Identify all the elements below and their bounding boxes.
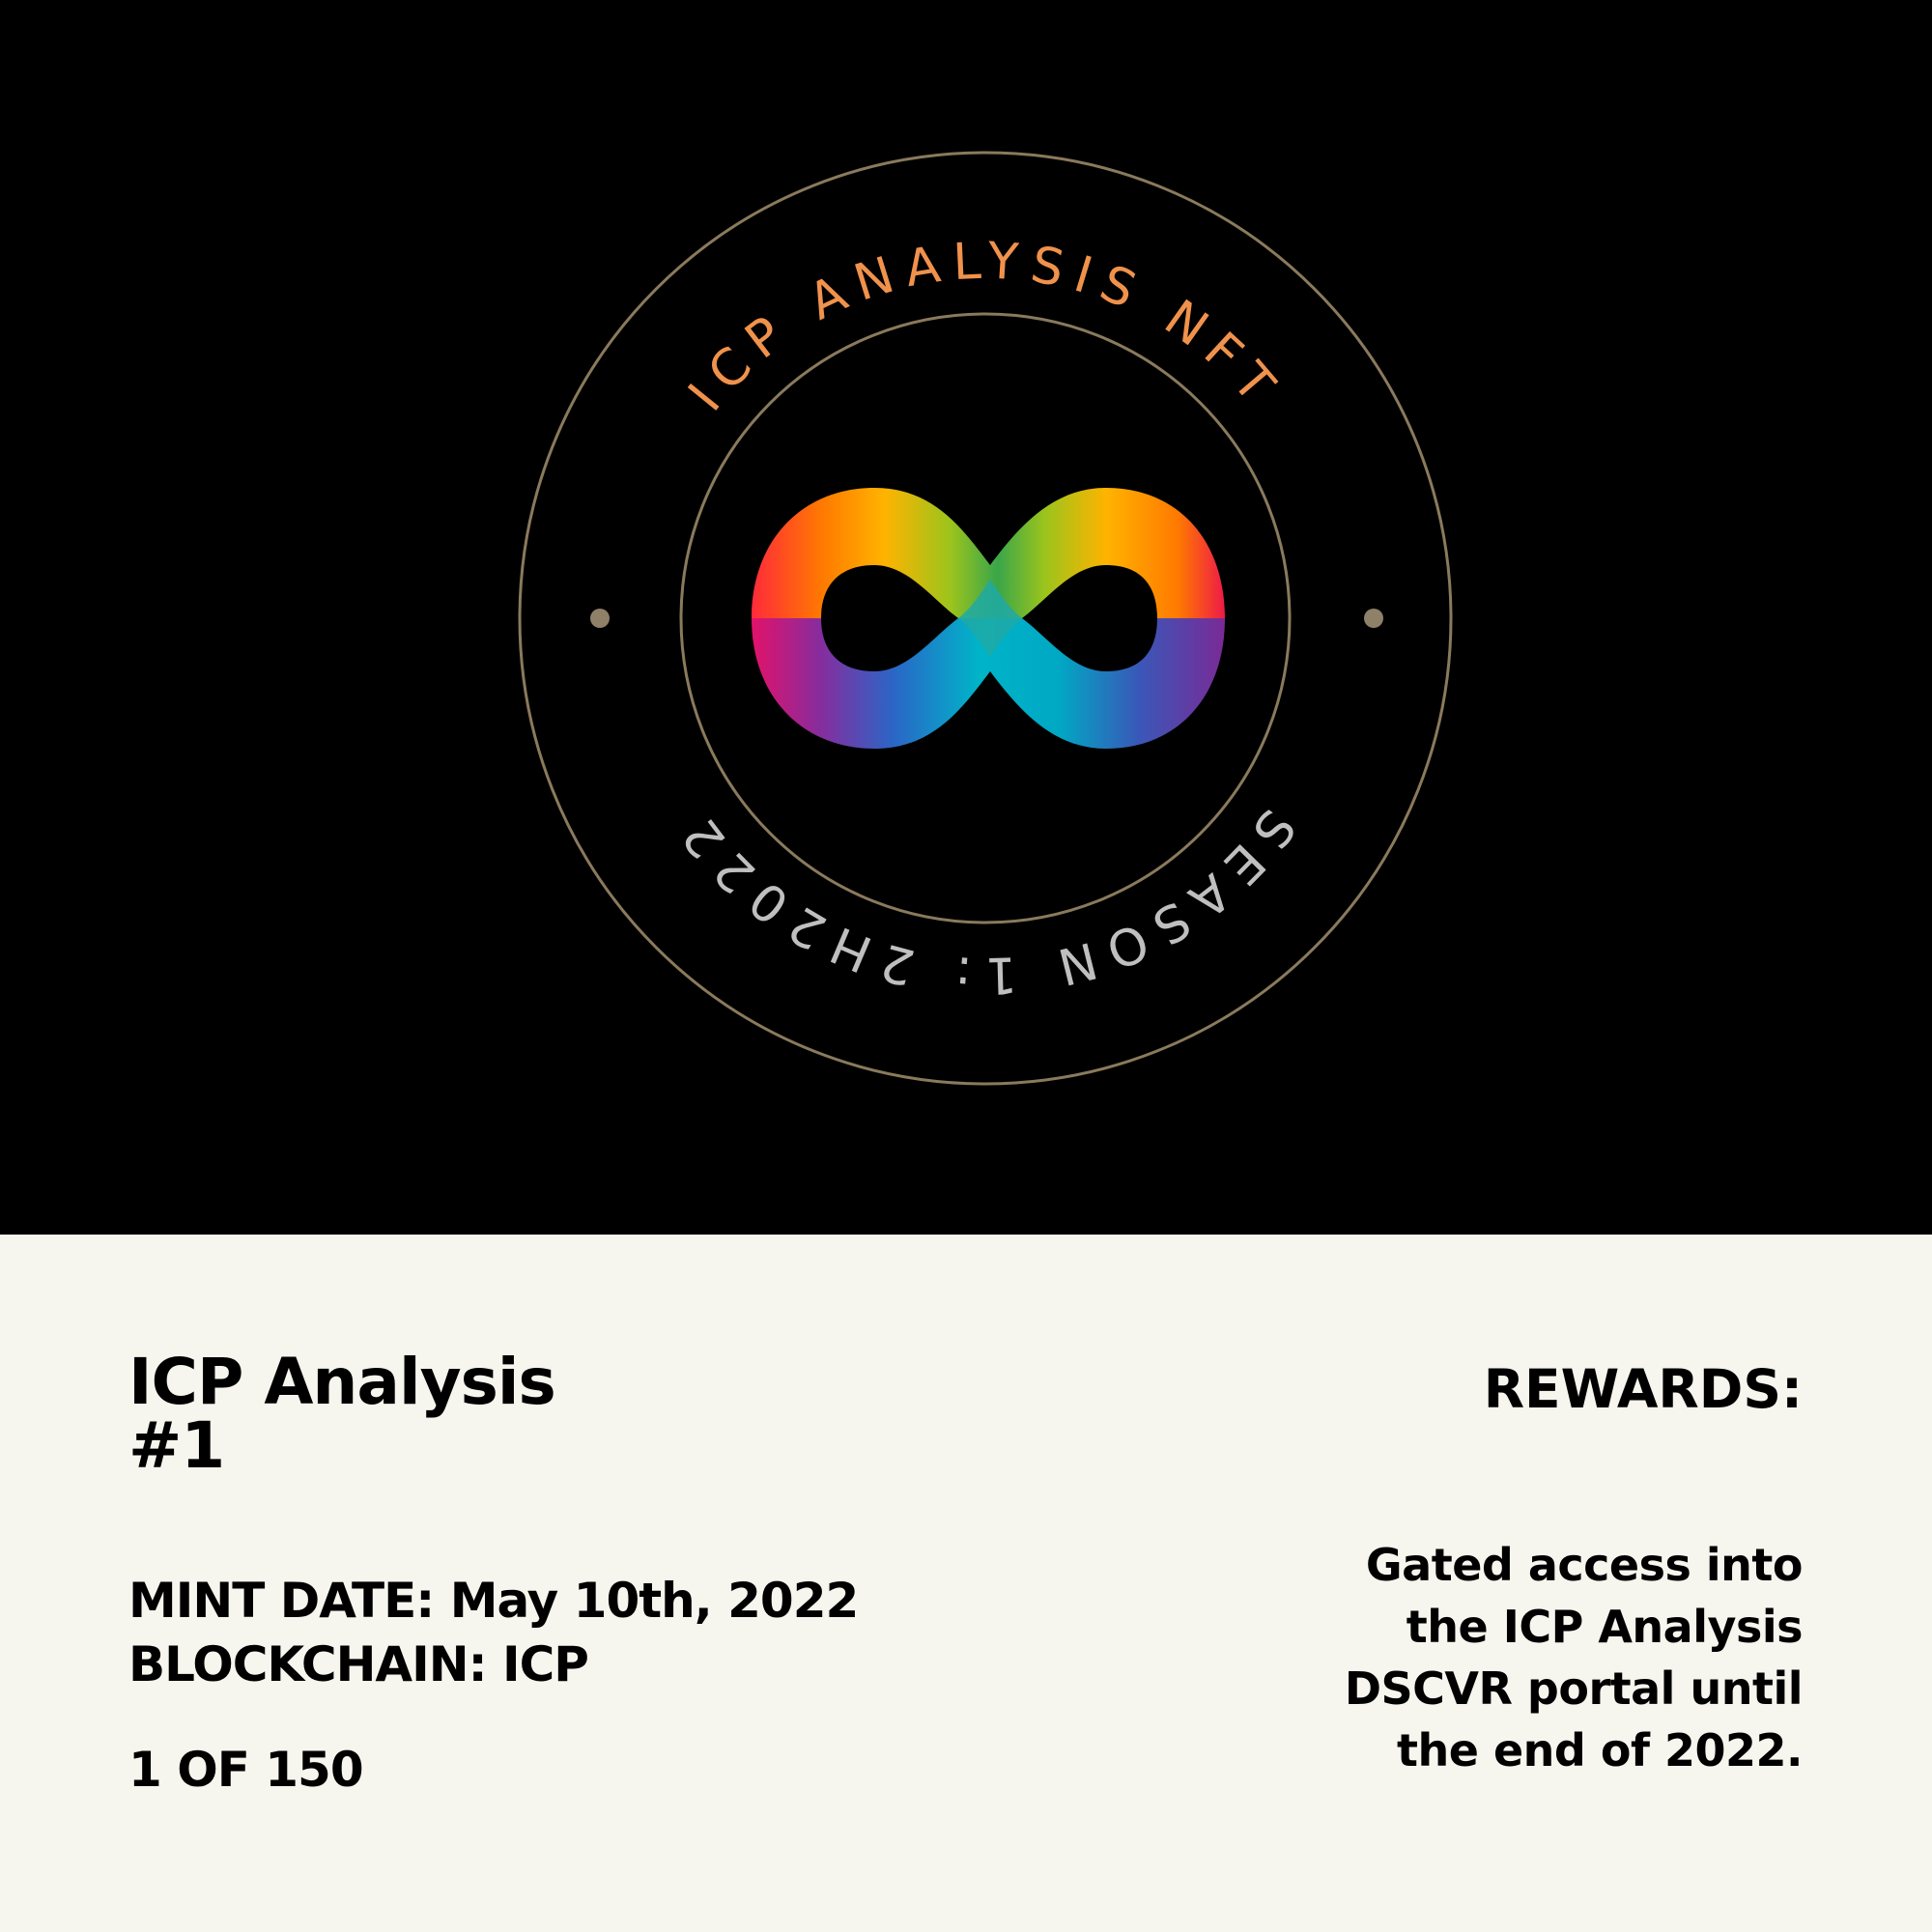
rewards-heading: REWARDS: [1483,1358,1803,1420]
rewards-line: DSCVR portal until [1344,1662,1804,1715]
rewards-description: Gated access into the ICP Analysis DSCVR… [1184,1534,1804,1781]
rewards-line: the end of 2022. [1397,1724,1803,1776]
nft-card: ICP ANALYSIS NFT SEASON 1: 2H2022 ICP An… [0,0,1932,1932]
rewards-line: the ICP Analysis [1406,1601,1804,1653]
nft-title: ICP Analysis #1 [128,1350,863,1478]
badge-emblem: ICP ANALYSIS NFT SEASON 1: 2H2022 [518,151,1453,1086]
nft-artwork: ICP ANALYSIS NFT SEASON 1: 2H2022 [0,0,1932,1235]
ring-bottom-text: SEASON 1: 2H2022 [665,799,1306,1005]
nft-title-name: ICP Analysis [128,1345,556,1419]
info-panel: ICP Analysis #1 MINT DATE: May 10th, 202… [0,1235,1932,1932]
nft-title-number: #1 [128,1408,225,1483]
mint-date: MINT DATE: May 10th, 2022 [128,1573,859,1629]
right-dot [1364,609,1383,628]
nft-metadata: MINT DATE: May 10th, 2022 BLOCKCHAIN: IC… [128,1569,859,1696]
left-dot [590,609,610,628]
infinity-icon [752,488,1225,749]
edition-count: 1 OF 150 [128,1742,364,1798]
rewards-line: Gated access into [1365,1539,1804,1591]
ring-top-text: ICP ANALYSIS NFT [678,232,1293,422]
blockchain: BLOCKCHAIN: ICP [128,1636,589,1692]
